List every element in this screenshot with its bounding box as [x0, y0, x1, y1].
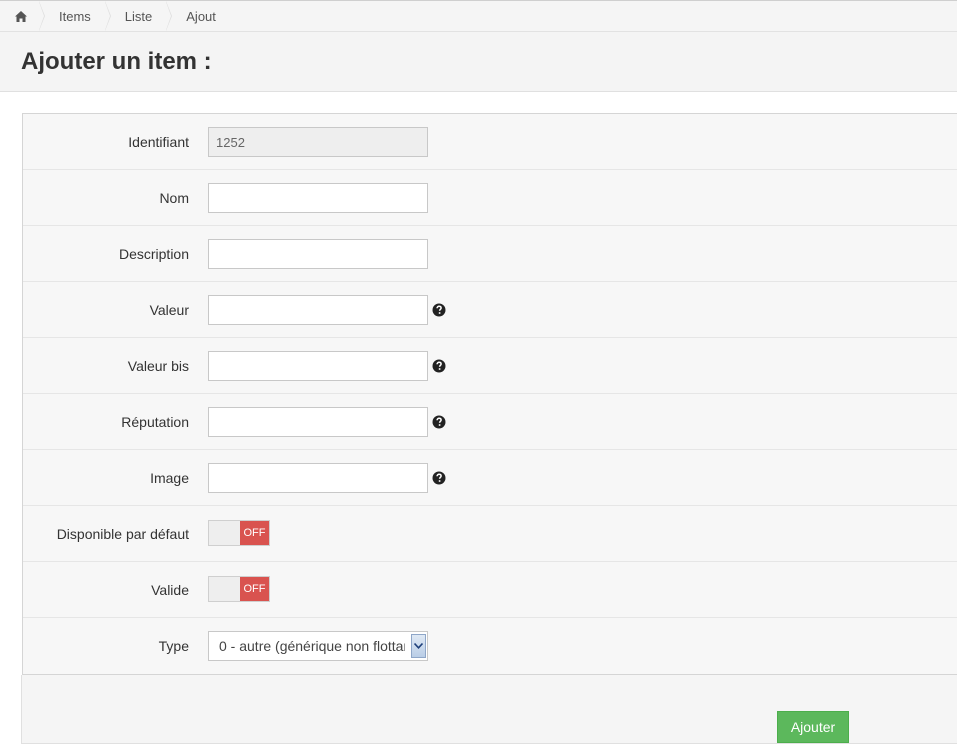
identifiant-field	[208, 127, 428, 157]
breadcrumb-ajout: Ajout	[168, 1, 232, 32]
form-row-valeur: Valeur	[23, 282, 957, 338]
valeur-field[interactable]	[208, 295, 428, 325]
disponible-toggle[interactable]: OFF	[208, 520, 270, 546]
image-field[interactable]	[208, 463, 428, 493]
valeur-label: Valeur	[149, 302, 189, 318]
question-circle-icon[interactable]	[432, 303, 446, 317]
question-circle-icon[interactable]	[432, 471, 446, 485]
valeur-bis-label: Valeur bis	[127, 358, 189, 374]
disponible-label: Disponible par défaut	[56, 526, 189, 542]
form-row-identifiant: Identifiant	[23, 114, 957, 170]
toggle-off-label: OFF	[240, 577, 269, 601]
question-circle-icon[interactable]	[432, 359, 446, 373]
breadcrumb: Items Liste Ajout	[0, 0, 957, 32]
breadcrumb-liste[interactable]: Liste	[107, 0, 173, 32]
home-icon	[15, 10, 27, 22]
valide-toggle[interactable]: OFF	[208, 576, 270, 602]
valide-label: Valide	[151, 582, 189, 598]
nom-label: Nom	[159, 190, 189, 206]
question-circle-icon[interactable]	[432, 415, 446, 429]
description-field[interactable]	[208, 239, 428, 269]
nom-field[interactable]	[208, 183, 428, 213]
toggle-off-label: OFF	[240, 521, 269, 545]
form-row-description: Description	[23, 226, 957, 282]
breadcrumb-liste-label: Liste	[124, 8, 153, 24]
type-select[interactable]: 0 - autre (générique non flottant)	[208, 631, 428, 661]
form-row-disponible: Disponible par défaut OFF	[23, 506, 957, 562]
toggle-handle	[209, 577, 240, 601]
reputation-label: Réputation	[121, 414, 189, 430]
form-row-valide: Valide OFF	[23, 562, 957, 618]
type-select-value: 0 - autre (générique non flottant)	[219, 638, 405, 654]
description-label: Description	[118, 246, 189, 262]
form-row-reputation: Réputation	[23, 394, 957, 450]
toggle-handle	[209, 521, 240, 545]
page-title: Ajouter un item :	[21, 48, 212, 75]
ajouter-button[interactable]: Ajouter	[777, 711, 849, 743]
breadcrumb-items[interactable]: Items	[41, 0, 111, 32]
form-actions: Ajouter	[21, 675, 957, 744]
form-row-nom: Nom	[23, 170, 957, 226]
reputation-field[interactable]	[208, 407, 428, 437]
identifiant-label: Identifiant	[128, 134, 189, 150]
chevron-down-glyph	[414, 643, 423, 649]
breadcrumb-ajout-label: Ajout	[186, 8, 216, 24]
valeur-bis-field[interactable]	[208, 351, 428, 381]
form-row-image: Image	[23, 450, 957, 506]
breadcrumb-items-label: Items	[59, 8, 91, 24]
page-header: Ajouter un item :	[0, 32, 957, 92]
add-item-form: Identifiant Nom Description Valeur Valeu…	[22, 113, 957, 675]
breadcrumb-home[interactable]	[0, 0, 45, 32]
image-label: Image	[150, 470, 189, 486]
chevron-down-icon[interactable]	[411, 634, 426, 658]
type-label: Type	[158, 638, 189, 654]
form-row-type: Type 0 - autre (générique non flottant)	[23, 618, 957, 674]
form-row-valeur-bis: Valeur bis	[23, 338, 957, 394]
